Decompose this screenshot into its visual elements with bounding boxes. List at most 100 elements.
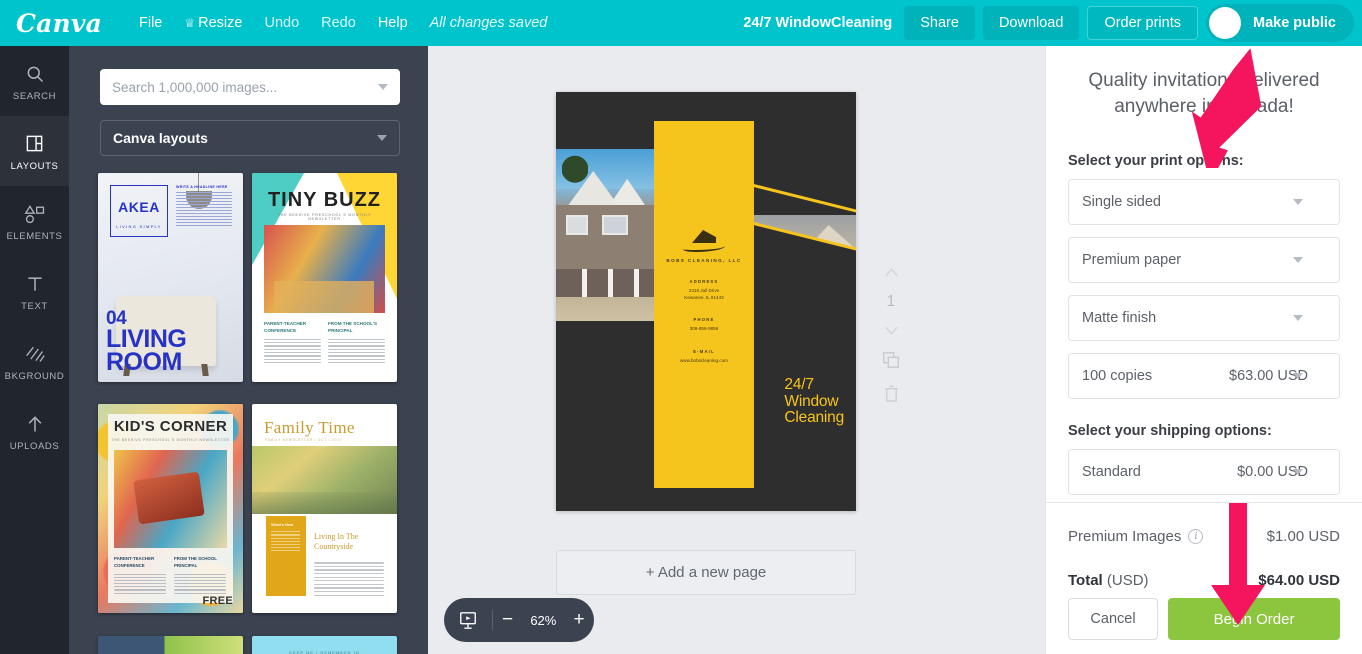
house-logo-icon <box>683 229 725 253</box>
sidebar-item-search[interactable]: SEARCH <box>0 46 69 116</box>
elements-icon <box>23 201 46 227</box>
menu-resize[interactable]: ♕ Resize <box>173 9 253 37</box>
menu-undo[interactable]: Undo <box>253 9 310 37</box>
add-new-page-button[interactable]: + Add a new page <box>556 550 856 595</box>
kid-column-2: FROM THE SCHOOL PRINCIPAL <box>174 556 226 596</box>
akea-article: WRITE A HEADLINE HERE <box>176 185 232 228</box>
list-item[interactable]: TINY BUZZ THE BEEHIVE PRESCHOOL'S MONTHL… <box>252 173 397 382</box>
zoom-out-button[interactable]: − <box>493 609 523 631</box>
list-item[interactable] <box>98 635 243 654</box>
finish-select[interactable]: Matte finish <box>1068 295 1340 342</box>
buzz-subtitle: THE BEEHIVE PRESCHOOL'S MONTHLY NEWSLETT… <box>277 213 372 221</box>
sidebar-item-elements[interactable]: ELEMENTS <box>0 186 69 256</box>
total-label: Total (USD) <box>1068 571 1149 589</box>
premium-images-amount: $1.00 USD <box>1266 527 1340 545</box>
avatar <box>1209 7 1241 39</box>
total-amount: $64.00 USD <box>1258 571 1340 589</box>
family-article-heading: Living In The Countryside <box>314 532 359 552</box>
paper-select-value: Premium paper <box>1082 252 1182 269</box>
akea-article-heading: WRITE A HEADLINE HERE <box>176 185 228 189</box>
layouts-filter-select[interactable]: Canva layouts <box>100 120 400 156</box>
house-photo-left <box>556 149 656 321</box>
move-page-down-icon[interactable] <box>884 322 898 340</box>
phone-value: 309-856-9856 <box>689 326 719 332</box>
duplicate-page-icon[interactable] <box>882 351 900 374</box>
make-public-toggle[interactable]: Make public <box>1206 4 1354 42</box>
begin-order-button[interactable]: Begin Order <box>1168 598 1340 640</box>
shipping-select[interactable]: Standard $0.00 USD <box>1068 449 1340 496</box>
kid-col1-heading: PARENT-TEACHER CONFERENCE <box>114 556 155 568</box>
menu-file[interactable]: File <box>128 9 173 37</box>
family-photo <box>252 446 397 515</box>
premium-images-row: Premium Images i $1.00 USD <box>1068 519 1340 553</box>
search-field-wrapper[interactable] <box>100 69 400 105</box>
document-title[interactable]: 24/7 WindowCleaning <box>743 15 892 31</box>
hero-line-1: 24/7 <box>784 375 814 393</box>
text-icon <box>25 271 45 297</box>
phone-label: PHONE <box>693 317 715 323</box>
address-label: ADDRESS <box>689 279 719 284</box>
list-item[interactable]: KID'S CORNER THE BEEHIVE PRESCHOOL'S MON… <box>98 404 243 614</box>
chevron-down-icon[interactable] <box>378 84 388 90</box>
sides-select[interactable]: Single sided <box>1068 179 1340 226</box>
design-page[interactable]: 24/7 Window Cleaning BOBS CLEANING, LLC … <box>556 92 856 511</box>
sidebar-item-uploads[interactable]: UPLOADS <box>0 396 69 466</box>
partial-thumb-kicker: KEEP ME I REMEMBER IN <box>289 649 360 654</box>
buzz-column-1: PARENT-TEACHER CONFERENCE <box>264 321 321 365</box>
sides-select-value: Single sided <box>1082 194 1161 211</box>
hero-line-3: Cleaning <box>784 409 844 427</box>
buzz-column-2: FROM THE SCHOOL'S PRINCIPAL <box>328 321 385 365</box>
delete-page-icon[interactable] <box>884 385 899 407</box>
make-public-label: Make public <box>1253 15 1336 31</box>
sidebar-label-uploads: UPLOADS <box>9 440 60 452</box>
crown-icon: ♕ <box>184 16 196 30</box>
cancel-button[interactable]: Cancel <box>1068 598 1158 640</box>
search-input[interactable] <box>112 79 378 95</box>
header-actions: 24/7 WindowCleaning Share Download Order… <box>743 0 1362 46</box>
list-item[interactable]: KEEP ME I REMEMBER IN TRUST LOVE EVER HA… <box>252 635 397 654</box>
paper-select[interactable]: Premium paper <box>1068 237 1340 284</box>
order-prints-button[interactable]: Order prints <box>1087 6 1198 40</box>
chevron-down-icon <box>377 135 387 141</box>
akea-headline: 04 LIVING ROOM <box>106 309 187 374</box>
share-button[interactable]: Share <box>904 6 975 40</box>
premium-images-label: Premium Images <box>1068 527 1182 545</box>
total-currency: (USD) <box>1106 571 1149 589</box>
sidebar-item-layouts[interactable]: LAYOUTS <box>0 116 69 186</box>
buzz-col2-heading: FROM THE SCHOOL'S PRINCIPAL <box>328 321 378 333</box>
panel-headline: Quality invitations delivered anywhere i… <box>1088 70 1320 117</box>
finish-select-value: Matte finish <box>1082 310 1157 327</box>
page-controls: 1 <box>874 264 908 407</box>
zoom-level[interactable]: 62% <box>522 613 564 628</box>
akea-subtitle: LIVING SIMPLY <box>116 224 162 229</box>
list-item[interactable]: AKEA LIVING SIMPLY WRITE A HEADLINE HERE… <box>98 173 243 382</box>
sidebar-item-text[interactable]: TEXT <box>0 256 69 326</box>
move-page-up-icon[interactable] <box>884 264 898 282</box>
layouts-icon <box>25 131 44 157</box>
present-icon[interactable] <box>444 611 492 630</box>
sidebar-item-background[interactable]: BKGROUND <box>0 326 69 396</box>
menu-help[interactable]: Help <box>367 9 419 37</box>
canva-logo[interactable]: Canva <box>16 11 102 36</box>
menu-redo[interactable]: Redo <box>310 9 367 37</box>
list-item[interactable]: Family Time FAMILY NEWSLETTER / OCT • 20… <box>252 404 397 614</box>
download-button[interactable]: Download <box>982 6 1080 40</box>
kid-photo <box>114 450 227 549</box>
top-header: Canva File ♕ Resize Undo Redo Help All ch… <box>0 0 1362 46</box>
sidebar-label-search: SEARCH <box>12 90 57 102</box>
canva-editor: Canva File ♕ Resize Undo Redo Help All ch… <box>0 0 1362 654</box>
kid-column-1: PARENT-TEACHER CONFERENCE <box>114 556 166 596</box>
kid-title: KID'S CORNER <box>113 418 228 436</box>
info-icon[interactable]: i <box>1188 528 1204 544</box>
family-sidebar-heading: What's New <box>271 522 294 528</box>
zoom-in-button[interactable]: + <box>564 609 594 631</box>
left-rail: SEARCH LAYOUTS ELEMENTS TEXT BKGROUND UP… <box>0 46 69 654</box>
page-number: 1 <box>886 293 896 310</box>
total-row: Total (USD) $64.00 USD <box>1068 563 1340 597</box>
address-value: 2416 Jail Drive Kewanee, IL 61443 <box>684 288 724 300</box>
akea-title: AKEA <box>118 199 160 215</box>
buzz-title: TINY BUZZ <box>267 189 382 211</box>
background-icon <box>25 341 45 367</box>
quantity-select[interactable]: 100 copies $63.00 USD <box>1068 353 1340 400</box>
email-value: www.bobscleaning.com <box>679 357 728 363</box>
